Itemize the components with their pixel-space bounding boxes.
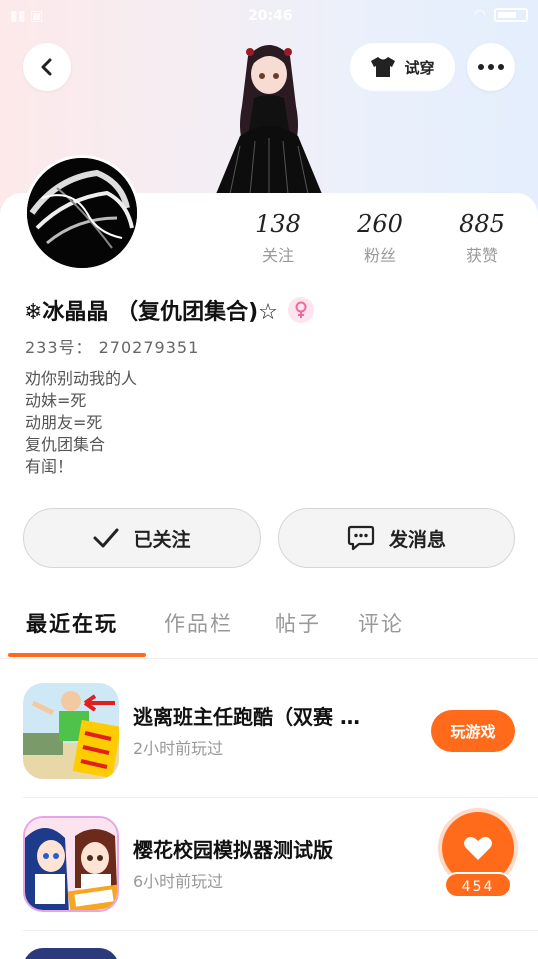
like-count: 454 [444, 872, 512, 898]
ellipsis-icon [478, 64, 504, 70]
stat-likes[interactable]: 885 获赞 [442, 210, 522, 266]
play-game-button[interactable]: 玩游戏 [431, 710, 515, 752]
row-divider [23, 797, 538, 798]
status-bar: ▮▮ ▣ 20:46 ◠ [0, 0, 538, 34]
back-button[interactable] [23, 43, 71, 91]
profile-avatar[interactable] [24, 155, 140, 271]
send-message-label: 发消息 [388, 528, 446, 551]
game-title: 樱花校园模拟器测试版 [133, 838, 333, 862]
try-on-button[interactable]: 试穿 [350, 43, 455, 91]
profile-nickname-row: ❄冰晶晶 （复仇团集合)☆ [24, 294, 314, 326]
followed-label: 已关注 [133, 528, 191, 551]
signal-icon: ▮▮ ▣ [10, 8, 44, 24]
checkmark-icon [93, 528, 119, 548]
chat-bubble-icon [347, 525, 375, 551]
profile-tabs: 最近在玩 作品栏 帖子 评论 [0, 600, 538, 658]
try-on-label: 试穿 [404, 58, 435, 77]
heart-icon [464, 836, 492, 860]
profile-uid: 233号： 270279351 [25, 338, 200, 357]
chevron-left-icon [41, 58, 52, 76]
like-button[interactable]: 454 [432, 812, 516, 900]
stat-following-label: 关注 [261, 246, 294, 265]
tabs-divider [0, 658, 538, 659]
game-icon-partial[interactable] [23, 948, 119, 959]
row-divider [23, 930, 538, 931]
tshirt-icon [371, 57, 396, 77]
bio-line: 动妹=死 [25, 391, 87, 410]
tab-comments[interactable]: 评论 [358, 608, 404, 638]
profile-bio: 劝你别动我的人 动妹=死 动朋友=死 复仇团集合 有闺！ [25, 368, 137, 478]
stat-likes-label: 获赞 [465, 246, 498, 265]
stat-following[interactable]: 138 关注 [238, 210, 318, 266]
tab-recently-played[interactable]: 最近在玩 [26, 608, 118, 638]
game-icon-sakura-school[interactable] [23, 816, 119, 912]
status-time: 20:46 [248, 8, 293, 24]
tab-posts[interactable]: 帖子 [275, 608, 321, 638]
stat-followers-value: 260 [357, 210, 403, 238]
status-right-icons: ◠ [474, 7, 528, 23]
send-message-button[interactable]: 发消息 [278, 508, 515, 568]
game-list-item[interactable]: 逃离班主任跑酷（双赛 … 2小时前玩过 玩游戏 [0, 683, 538, 815]
more-options-button[interactable] [467, 43, 515, 91]
followed-button[interactable]: 已关注 [23, 508, 261, 568]
character-avatar-image[interactable] [210, 36, 328, 195]
female-gender-icon [287, 297, 314, 323]
stat-followers[interactable]: 260 粉丝 [340, 210, 420, 266]
stat-followers-label: 粉丝 [363, 246, 396, 265]
stat-following-value: 138 [255, 210, 301, 238]
game-icon-escape-teacher[interactable] [23, 683, 119, 779]
bio-line: 动朋友=死 [25, 413, 103, 432]
active-tab-indicator [8, 653, 146, 657]
profile-nickname: ❄冰晶晶 （复仇团集合)☆ [24, 300, 278, 325]
stat-likes-value: 885 [459, 210, 505, 238]
game-last-played: 2小时前玩过 [133, 739, 224, 758]
tab-works[interactable]: 作品栏 [164, 608, 233, 638]
wifi-icon: ◠ [473, 7, 486, 23]
bio-line: 劝你别动我的人 [25, 369, 138, 388]
game-title: 逃离班主任跑酷（双赛 … [133, 705, 360, 729]
bio-line: 复仇团集合 [25, 435, 106, 454]
game-last-played: 6小时前玩过 [133, 872, 224, 891]
battery-icon [494, 8, 528, 22]
bio-line: 有闺！ [25, 457, 74, 476]
